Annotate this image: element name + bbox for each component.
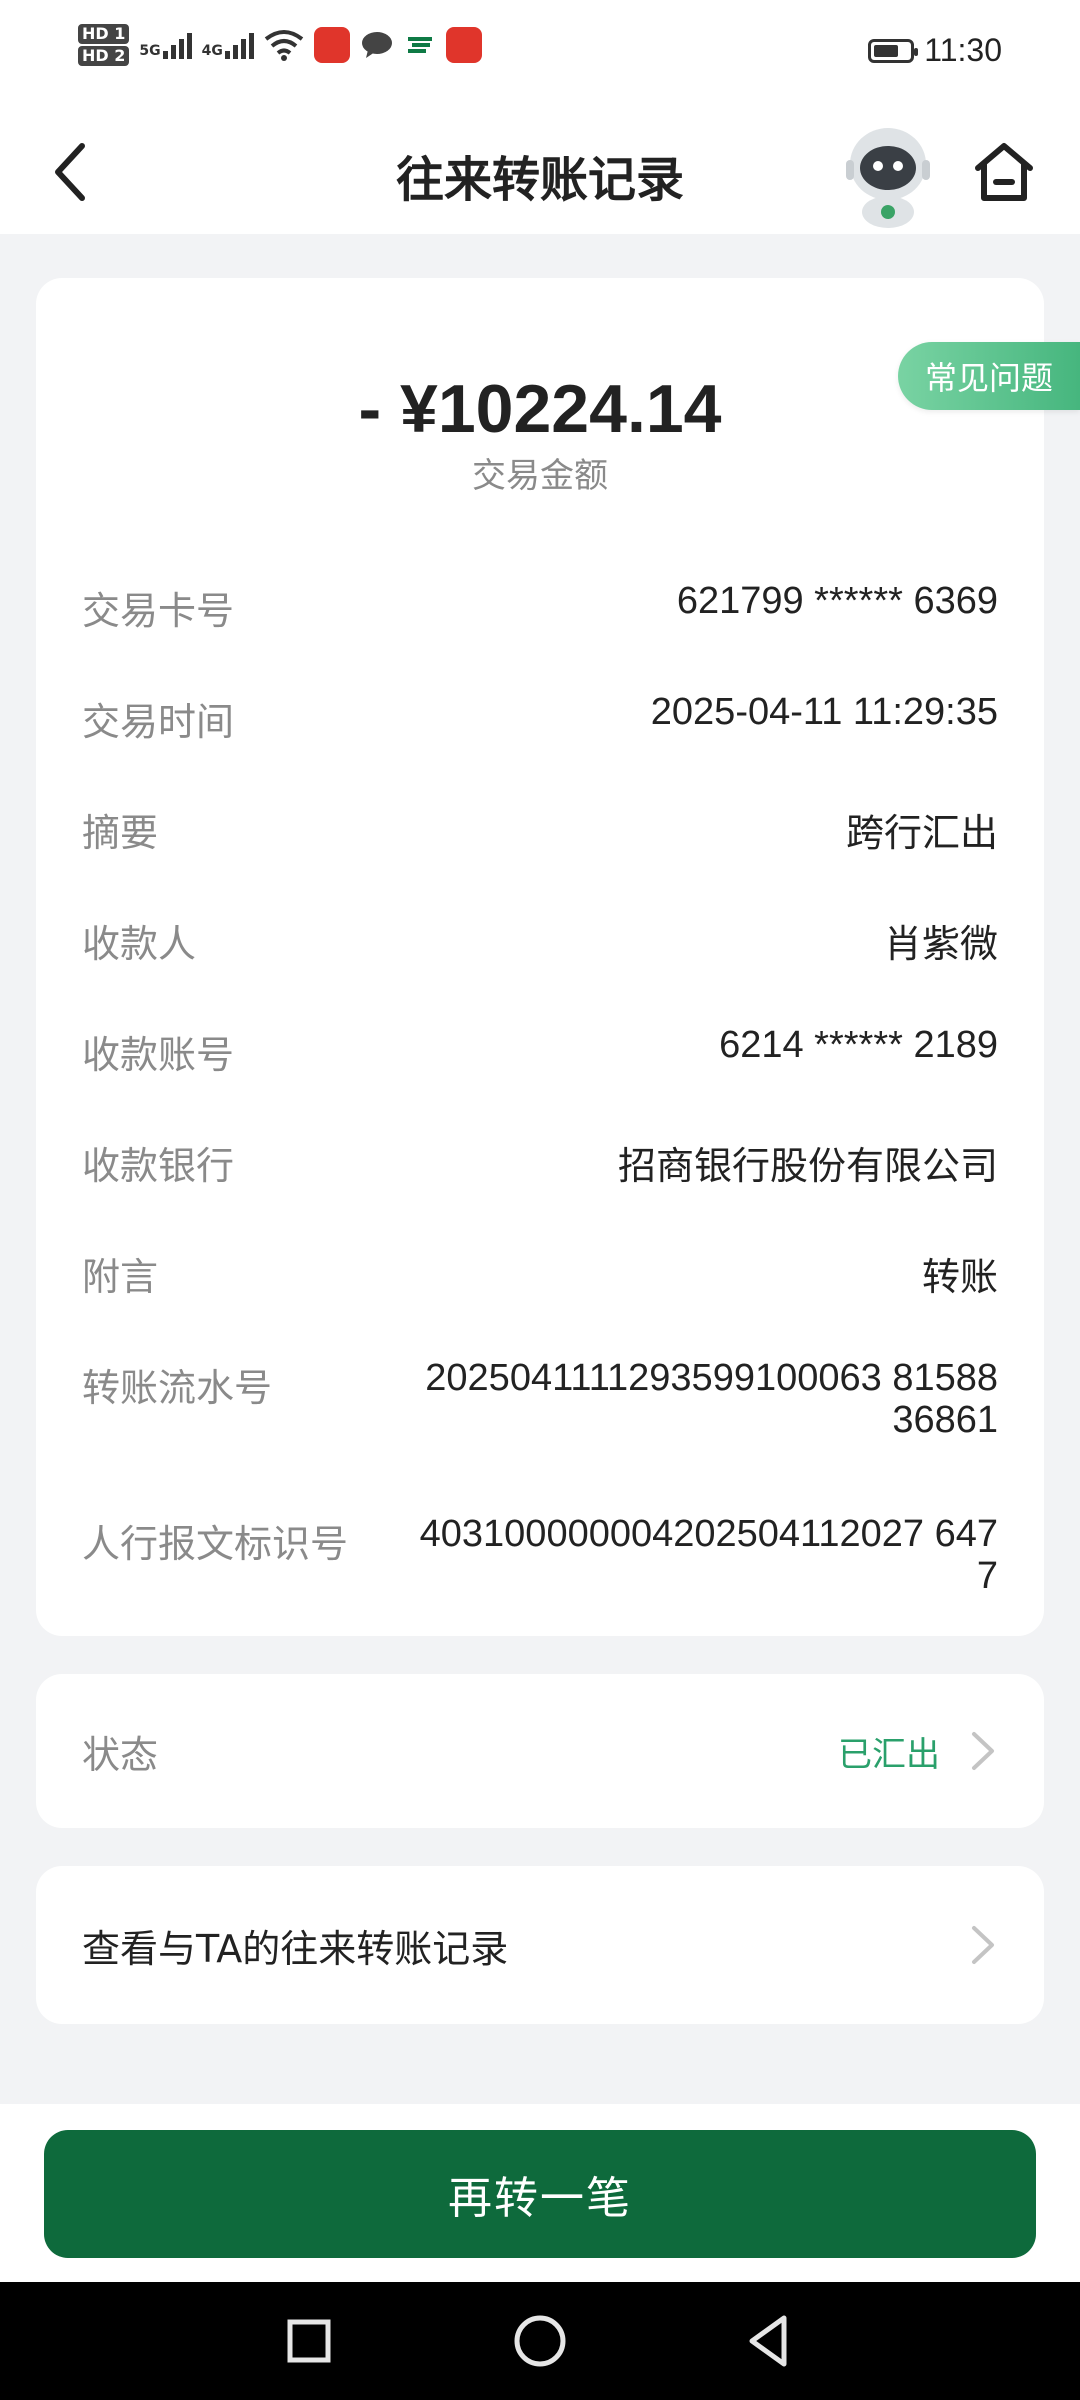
detail-row-payee-account: 收款账号 6214 ****** 2189	[82, 1024, 998, 1079]
detail-value: 6214 ****** 2189	[719, 1024, 998, 1066]
app-notification-icon	[445, 27, 482, 63]
app-notification-icon	[313, 27, 350, 63]
status-card[interactable]: 状态 已汇出	[36, 1674, 1044, 1828]
detail-label: 收款账号	[82, 1033, 235, 1077]
bottom-action-area: 再转一笔	[0, 2104, 1080, 2282]
clock: 11:30	[924, 32, 1002, 68]
detail-row-card-number: 交易卡号 621799 ****** 6369	[82, 580, 998, 635]
transfer-history-row[interactable]: 查看与TA的往来转账记录	[82, 1866, 998, 2024]
detail-row-time: 交易时间 2025-04-11 11:29:35	[82, 691, 998, 746]
detail-label: 交易卡号	[82, 589, 235, 633]
status-bar-right: 11:30	[868, 32, 1002, 69]
chevron-right-icon	[972, 1926, 994, 1964]
detail-value: 403100000004202504112027 6477	[419, 1513, 998, 1597]
network-5g-label: 5G	[139, 43, 161, 59]
wifi-icon	[264, 30, 304, 61]
transfer-history-label: 查看与TA的往来转账记录	[82, 1926, 509, 1971]
app-header: 往来转账记录	[0, 110, 1080, 234]
transaction-amount-label: 交易金额	[472, 456, 608, 496]
detail-label: 摘要	[82, 811, 159, 855]
detail-row-summary: 摘要 跨行汇出	[82, 802, 998, 857]
detail-label: 收款银行	[82, 1144, 235, 1188]
detail-value: 跨行汇出	[845, 813, 998, 855]
detail-value: 621799 ****** 6369	[676, 580, 998, 622]
detail-row-payee-bank: 收款银行 招商银行股份有限公司	[82, 1135, 998, 1190]
detail-label: 附言	[82, 1255, 159, 1299]
recent-apps-icon[interactable]	[272, 2304, 346, 2378]
detail-label: 交易时间	[82, 700, 235, 744]
detail-row-payee: 收款人 肖紫微	[82, 913, 998, 968]
home-icon[interactable]	[968, 136, 1040, 208]
transfer-again-button[interactable]: 再转一笔	[44, 2130, 1036, 2258]
transfer-history-card[interactable]: 查看与TA的往来转账记录	[36, 1866, 1044, 2024]
network-4g-label: 4G	[201, 43, 223, 59]
message-icon	[361, 32, 392, 58]
signal-bars-icon	[224, 31, 254, 59]
detail-row-pbc-message-id: 人行报文标识号 403100000004202504112027 6477	[82, 1513, 998, 1597]
detail-label: 收款人	[82, 922, 197, 966]
transaction-detail-card: 常见问题 - ¥10224.14 交易金额 交易卡号 621799 ******…	[36, 278, 1080, 1636]
status-bar: HD 1 HD 2 5G 4G 11:30	[0, 0, 1080, 110]
detail-value: 转账	[921, 1257, 998, 1299]
status-right: 已汇出	[838, 1727, 998, 1776]
battery-icon	[868, 38, 919, 63]
assistant-robot-icon[interactable]	[838, 120, 938, 230]
hd-indicators: HD 1 HD 2	[78, 24, 130, 66]
transaction-amount: - ¥10224.14	[358, 371, 722, 447]
status-label: 状态	[82, 1732, 159, 1777]
detail-value: 肖紫微	[883, 924, 998, 966]
signal-4g: 4G	[202, 31, 254, 59]
status-row[interactable]: 状态 已汇出	[82, 1674, 998, 1828]
detail-value: 2025041111293599100063 8158836861	[425, 1357, 998, 1441]
detail-label: 转账流水号	[82, 1366, 273, 1410]
detail-value: 招商银行股份有限公司	[617, 1146, 998, 1188]
system-navigation-bar	[0, 2282, 1080, 2400]
back-nav-icon[interactable]	[732, 2304, 806, 2378]
chevron-right-icon	[972, 1732, 994, 1770]
detail-value: 2025-04-11 11:29:35	[650, 691, 998, 733]
detail-label: 人行报文标识号	[82, 1522, 349, 1566]
hd2-badge: HD 2	[78, 46, 130, 66]
hd1-badge: HD 1	[78, 24, 130, 44]
home-nav-icon[interactable]	[503, 2304, 577, 2378]
signal-5g: 5G	[139, 31, 192, 59]
status-bar-left: HD 1 HD 2 5G 4G	[78, 24, 482, 66]
detail-row-serial-number: 转账流水号 2025041111293599100063 8158836861	[82, 1357, 998, 1441]
signal-bars-icon	[162, 31, 192, 59]
postal-icon	[407, 37, 432, 53]
detail-row-note: 附言 转账	[82, 1246, 998, 1301]
status-value: 已汇出	[838, 1734, 940, 1775]
